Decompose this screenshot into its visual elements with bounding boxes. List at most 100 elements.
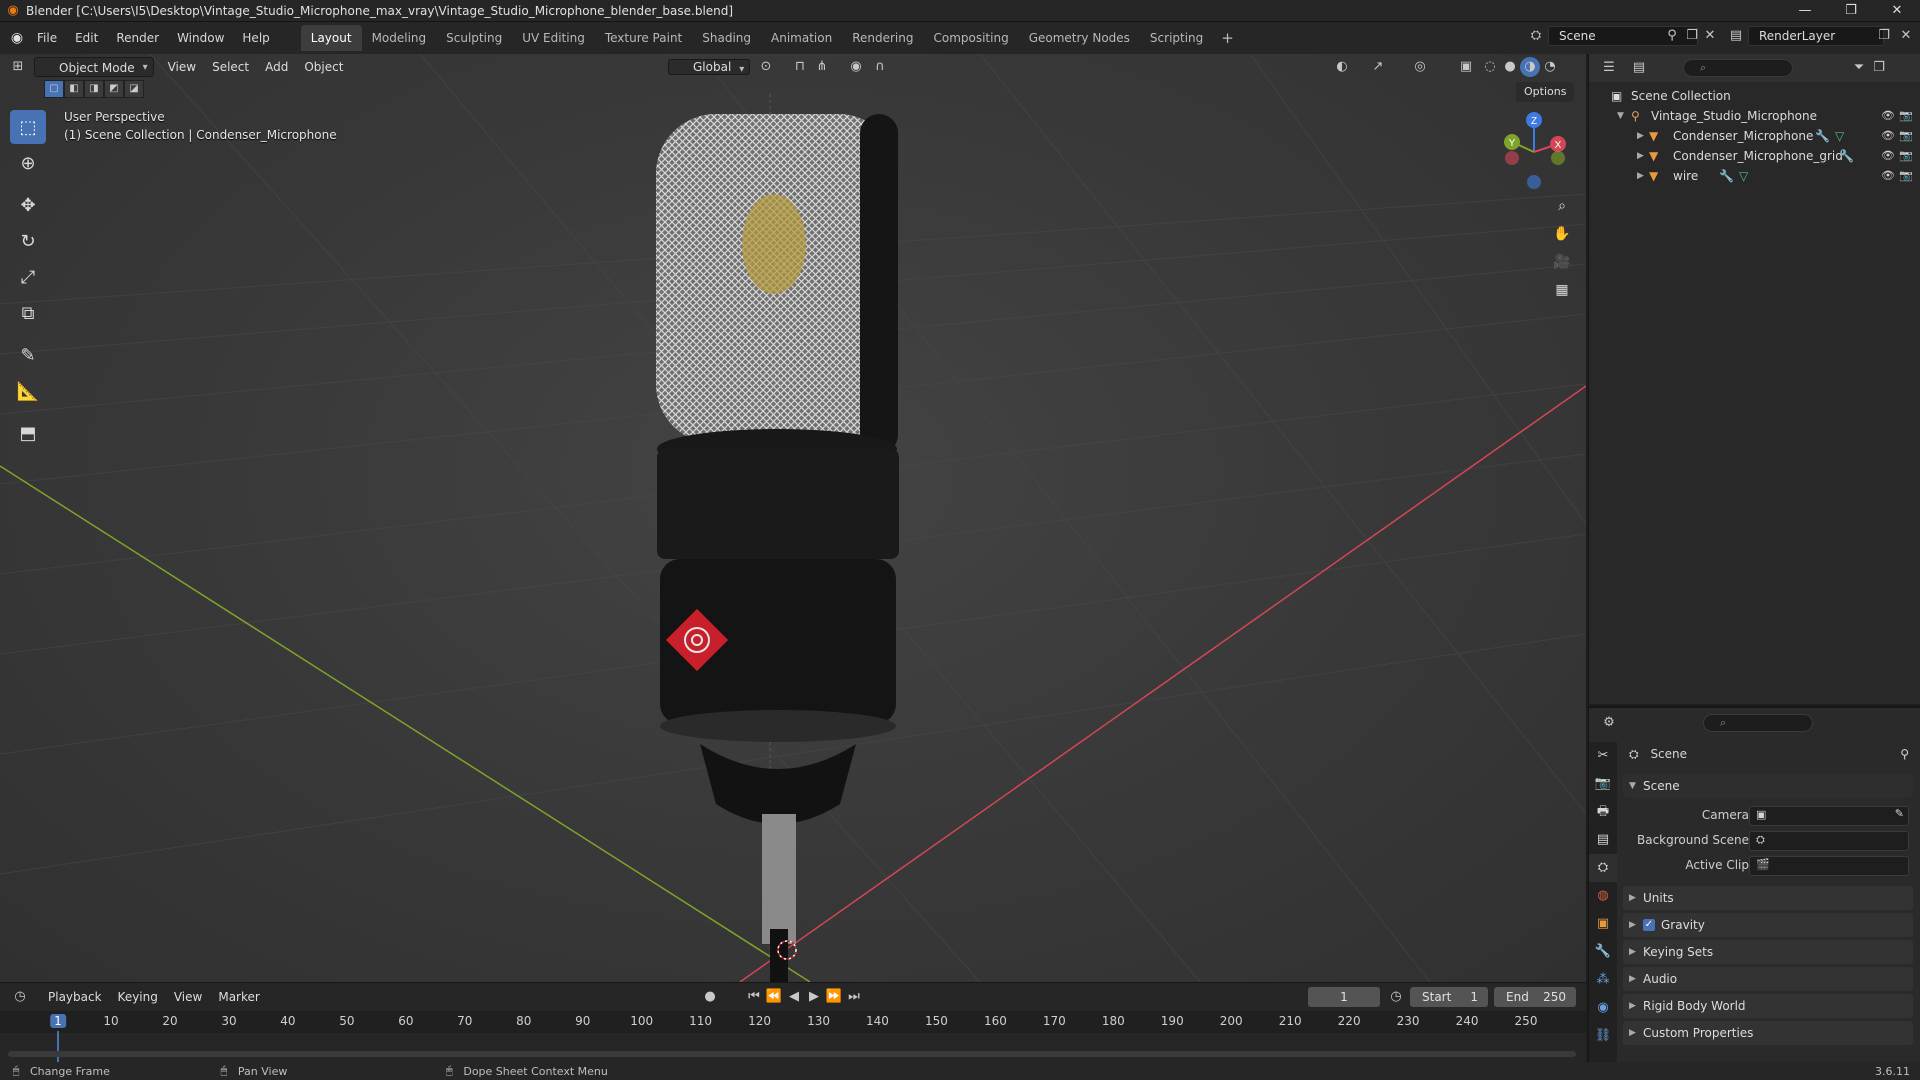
scene-icon[interactable]: ⛭ (1526, 26, 1546, 46)
shading-solid-icon[interactable]: ● (1500, 57, 1520, 77)
overlays-icon[interactable]: ◎ (1410, 57, 1430, 77)
view-layer-tab-icon[interactable]: ▤ (1589, 826, 1617, 854)
physics-tab-icon[interactable]: ◉ (1589, 994, 1617, 1022)
jump-start-icon[interactable]: ⏮ (744, 987, 764, 1007)
filter-icon[interactable]: ⏷ (1849, 58, 1869, 78)
minimize-button[interactable]: — (1782, 0, 1828, 22)
editor-type-icon[interactable]: ⊞ (8, 57, 28, 77)
proportional-edit-icon[interactable]: ◉ (846, 57, 866, 77)
select-invert-icon[interactable]: ◩ (104, 80, 124, 98)
outliner-object-row[interactable]: ▶ ▼ Condenser_Microphone_grid 🔧 👁 📷 (1589, 146, 1920, 166)
panel-rigid-body-world[interactable]: ▶ Rigid Body World (1623, 994, 1913, 1018)
modifier-tab-icon[interactable]: 🔧 (1589, 938, 1617, 966)
transform-orientation-dropdown[interactable]: Global (668, 59, 751, 75)
new-scene-icon[interactable]: ❐ (1682, 26, 1702, 46)
menu-playback[interactable]: Playback (40, 987, 110, 1007)
render-camera-icon[interactable]: 📷 (1899, 106, 1913, 126)
world-tab-icon[interactable]: ◍ (1589, 882, 1617, 910)
next-keyframe-icon[interactable]: ⏩ (824, 987, 844, 1007)
object-tab-icon[interactable]: ▣ (1589, 910, 1617, 938)
move-tool[interactable]: ✥ (10, 188, 46, 222)
render-tab-icon[interactable]: 📷 (1589, 770, 1617, 798)
ortho-grid-icon[interactable]: ▦ (1548, 276, 1576, 304)
menu-marker[interactable]: Marker (210, 987, 267, 1007)
camera-field[interactable]: ▣ ✎ (1749, 806, 1909, 826)
xray-icon[interactable]: ▣ (1456, 57, 1476, 77)
tab-geometry-nodes[interactable]: Geometry Nodes (1019, 25, 1140, 51)
view-layer-icon[interactable]: ▤ (1726, 26, 1746, 46)
annotate-tool[interactable]: ✎ (10, 338, 46, 372)
record-icon[interactable]: ● (700, 987, 720, 1007)
zoom-icon[interactable]: ⌕ (1548, 192, 1576, 220)
select-box-tool[interactable]: ⬚ (10, 110, 46, 144)
options-button[interactable]: Options (1516, 82, 1575, 102)
gizmo-toggle-icon[interactable]: ↗ (1368, 57, 1388, 77)
play-reverse-icon[interactable]: ◀ (784, 987, 804, 1007)
collapse-arrow-icon[interactable]: ▼ (1617, 106, 1624, 126)
properties-editor-icon[interactable]: ⚙ (1599, 713, 1619, 733)
visibility-eye-icon[interactable]: 👁 (1881, 146, 1895, 166)
new-view-layer-icon[interactable]: ❐ (1874, 26, 1894, 46)
preview-range-icon[interactable]: ◷ (1386, 987, 1406, 1007)
visibility-icon[interactable]: ◐ (1332, 57, 1352, 77)
background-scene-field[interactable]: ⛭ (1749, 831, 1909, 851)
select-extend-icon[interactable]: ◧ (64, 80, 84, 98)
tool-tab-icon[interactable]: ✂ (1589, 742, 1617, 770)
menu-render[interactable]: Render (107, 27, 168, 49)
tab-rendering[interactable]: Rendering (842, 25, 923, 51)
render-camera-icon[interactable]: 📷 (1899, 166, 1913, 186)
pan-hand-icon[interactable]: ✋ (1548, 220, 1576, 248)
shading-wireframe-icon[interactable]: ◌ (1480, 57, 1500, 77)
mesh-data-icon[interactable]: ▽ (1835, 126, 1844, 146)
delete-scene-icon[interactable]: ✕ (1700, 26, 1720, 46)
maximize-button[interactable]: ❐ (1828, 0, 1874, 22)
mode-dropdown[interactable]: Object Mode (34, 57, 154, 78)
timeline-ruler[interactable]: 1 10 20 30 40 50 60 70 80 90 100 110 120 130 140 150 160… (0, 1011, 1586, 1033)
outliner-object-row[interactable]: ▶ ▼ wire 🔧 ▽ 👁 📷 (1589, 166, 1920, 186)
modifier-wrench-icon[interactable]: 🔧 (1815, 126, 1830, 146)
measure-tool[interactable]: 📐 (10, 374, 46, 408)
menu-add[interactable]: Add (257, 57, 296, 77)
select-new-icon[interactable]: ▢ (44, 80, 64, 98)
tab-sculpting[interactable]: Sculpting (436, 25, 512, 51)
new-collection-icon[interactable]: ❐ (1869, 58, 1889, 78)
menu-window[interactable]: Window (168, 27, 233, 49)
render-camera-icon[interactable]: 📷 (1899, 126, 1913, 146)
3d-viewport[interactable] (0, 54, 1586, 982)
jump-end-icon[interactable]: ⏭ (844, 987, 864, 1007)
gravity-checkbox[interactable]: ✓ (1643, 919, 1655, 931)
modifier-wrench-icon[interactable]: 🔧 (1719, 166, 1734, 186)
camera-view-icon[interactable]: 🎥 (1548, 248, 1576, 276)
outliner-object-row[interactable]: ▶ ▼ Condenser_Microphone 🔧 ▽ 👁 📷 (1589, 126, 1920, 146)
start-frame-field[interactable]: Start 1 (1410, 987, 1488, 1007)
prev-keyframe-icon[interactable]: ⏪ (764, 987, 784, 1007)
tab-layout[interactable]: Layout (300, 25, 362, 51)
tab-modeling[interactable]: Modeling (362, 25, 437, 51)
menu-object[interactable]: Object (296, 57, 351, 77)
select-subtract-icon[interactable]: ◨ (84, 80, 104, 98)
panel-gravity[interactable]: ▶ ✓ Gravity (1623, 913, 1913, 937)
delete-view-layer-icon[interactable]: ✕ (1896, 26, 1916, 46)
add-cube-tool[interactable]: ⬒ (10, 416, 46, 450)
navigation-gizmo[interactable]: Z X Y (1494, 108, 1574, 192)
panel-scene[interactable]: ▼ Scene (1623, 774, 1913, 798)
tab-scripting[interactable]: Scripting (1140, 25, 1213, 51)
select-intersect-icon[interactable]: ◪ (124, 80, 144, 98)
add-workspace-button[interactable]: + (1213, 29, 1242, 47)
cursor-tool[interactable]: ⊕ (10, 146, 46, 180)
panel-audio[interactable]: ▶ Audio (1623, 967, 1913, 991)
output-tab-icon[interactable]: 🖶 (1589, 798, 1617, 826)
expand-arrow-icon[interactable]: ▶ (1637, 146, 1644, 166)
current-frame-field[interactable]: 1 (1308, 987, 1380, 1007)
display-mode-icon[interactable]: ▤ (1629, 58, 1649, 78)
outliner-editor-icon[interactable]: ☰ (1599, 58, 1619, 78)
particles-tab-icon[interactable]: ⁂ (1589, 966, 1617, 994)
properties-search-input[interactable]: ⌕ (1703, 714, 1813, 732)
close-button[interactable]: ✕ (1874, 0, 1920, 22)
menu-file[interactable]: File (28, 27, 66, 49)
menu-help[interactable]: Help (233, 27, 278, 49)
blender-menu-icon[interactable]: ◉ (6, 30, 28, 46)
panel-custom-properties[interactable]: ▶ Custom Properties (1623, 1021, 1913, 1045)
tab-shading[interactable]: Shading (692, 25, 761, 51)
outliner-root-row[interactable]: ▣ Scene Collection (1589, 86, 1920, 106)
